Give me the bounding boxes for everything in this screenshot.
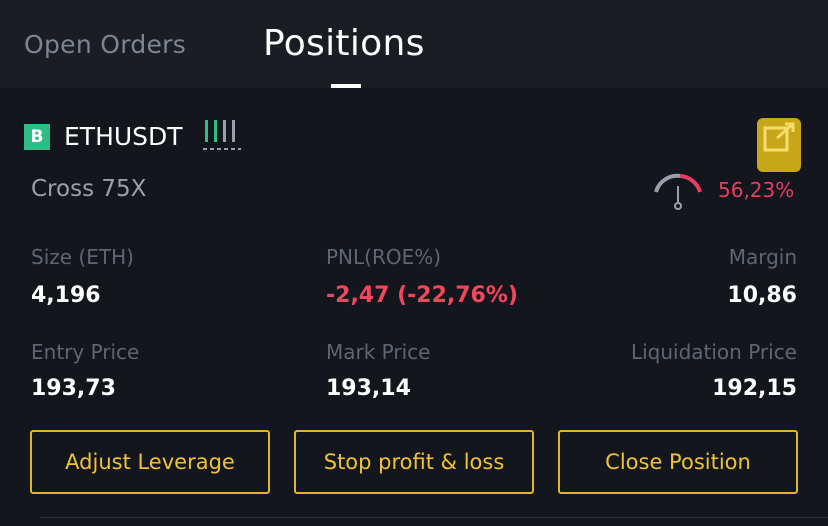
size-label: Size (ETH) xyxy=(31,245,134,269)
tab-open-orders[interactable]: Open Orders xyxy=(24,30,186,59)
share-icon xyxy=(757,118,801,172)
mark-price-value: 193,14 xyxy=(326,376,411,401)
share-button[interactable] xyxy=(753,116,809,172)
side-badge: B xyxy=(24,124,50,150)
size-value: 4,196 xyxy=(31,283,101,308)
tab-positions[interactable]: Positions xyxy=(263,23,425,64)
close-position-button[interactable]: Close Position xyxy=(558,430,798,494)
entry-price-value: 193,73 xyxy=(31,376,116,401)
liquidation-price-label: Liquidation Price xyxy=(630,340,797,364)
pnl-value: -2,47 (-22,76%) xyxy=(326,283,518,308)
margin-ratio-value: 56,23% xyxy=(718,178,795,202)
margin-label: Margin xyxy=(728,245,797,269)
margin-ratio-gauge-icon xyxy=(650,172,706,216)
entry-price-label: Entry Price xyxy=(31,340,140,364)
margin-mode-leverage: Cross 75X xyxy=(31,176,147,202)
adjust-leverage-button[interactable]: Adjust Leverage xyxy=(30,430,270,494)
margin-value: 10,86 xyxy=(727,283,797,308)
liquidation-price-value: 192,15 xyxy=(712,376,797,401)
tab-active-indicator xyxy=(331,84,361,88)
mark-price-label: Mark Price xyxy=(326,340,431,364)
pnl-label: PNL(ROE%) xyxy=(326,245,442,269)
card-divider xyxy=(40,517,828,518)
tab-bar: Open Orders Positions xyxy=(0,0,828,88)
stop-profit-loss-button[interactable]: Stop profit & loss xyxy=(294,430,534,494)
symbol-label[interactable]: ETHUSDT xyxy=(64,122,183,151)
bar-chart-icon[interactable] xyxy=(203,118,243,158)
